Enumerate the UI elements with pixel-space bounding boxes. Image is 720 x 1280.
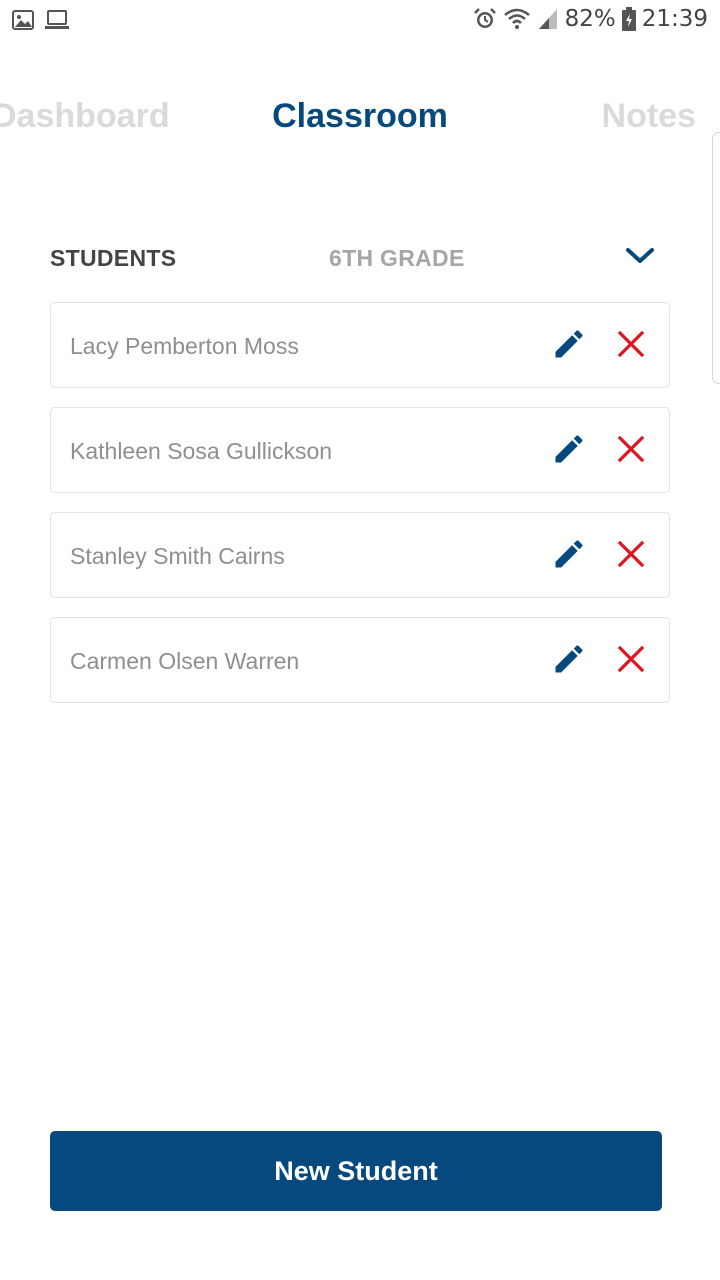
status-bar-right: 82% 21:39 bbox=[473, 6, 708, 32]
status-bar-left bbox=[12, 10, 70, 35]
side-panel-handle[interactable] bbox=[712, 132, 720, 384]
tab-bar: Dashboard Classroom Notes bbox=[0, 88, 720, 148]
edit-student-button[interactable] bbox=[551, 643, 587, 679]
student-row: Kathleen Sosa Gullickson bbox=[50, 407, 670, 493]
student-row: Carmen Olsen Warren bbox=[50, 617, 670, 703]
student-row: Lacy Pemberton Moss bbox=[50, 302, 670, 388]
student-name: Stanley Smith Cairns bbox=[70, 543, 285, 569]
clock-time: 21:39 bbox=[641, 6, 708, 32]
student-row: Stanley Smith Cairns bbox=[50, 512, 670, 598]
new-student-button[interactable]: New Student bbox=[50, 1131, 662, 1211]
wifi-icon bbox=[503, 7, 531, 31]
delete-student-button[interactable] bbox=[615, 330, 647, 362]
close-icon bbox=[617, 645, 645, 678]
student-list: Lacy Pemberton Moss Kathleen Sosa Gullic… bbox=[50, 302, 670, 722]
close-icon bbox=[617, 435, 645, 468]
gallery-icon bbox=[12, 10, 34, 35]
student-name: Kathleen Sosa Gullickson bbox=[70, 438, 333, 464]
edit-student-button[interactable] bbox=[551, 328, 587, 364]
signal-icon bbox=[537, 7, 559, 31]
student-name: Lacy Pemberton Moss bbox=[70, 333, 299, 359]
battery-percent: 82% bbox=[564, 6, 616, 32]
status-bar: 82% 21:39 bbox=[0, 0, 720, 44]
grade-selector-label[interactable]: 6TH GRADE bbox=[329, 240, 465, 276]
laptop-icon bbox=[44, 10, 70, 35]
students-section-header: STUDENTS 6TH GRADE bbox=[50, 240, 670, 276]
tab-notes[interactable]: Notes bbox=[602, 88, 696, 144]
alarm-icon bbox=[473, 7, 497, 31]
pencil-icon bbox=[551, 326, 587, 367]
student-name: Carmen Olsen Warren bbox=[70, 648, 300, 674]
battery-icon bbox=[621, 7, 636, 31]
delete-student-button[interactable] bbox=[615, 645, 647, 677]
close-icon bbox=[617, 330, 645, 363]
chevron-down-icon bbox=[625, 246, 655, 271]
close-icon bbox=[617, 540, 645, 573]
grade-dropdown-toggle[interactable] bbox=[622, 240, 658, 276]
edit-student-button[interactable] bbox=[551, 538, 587, 574]
edit-student-button[interactable] bbox=[551, 433, 587, 469]
pencil-icon bbox=[551, 641, 587, 682]
delete-student-button[interactable] bbox=[615, 435, 647, 467]
pencil-icon bbox=[551, 536, 587, 577]
pencil-icon bbox=[551, 431, 587, 472]
delete-student-button[interactable] bbox=[615, 540, 647, 572]
section-title: STUDENTS bbox=[50, 245, 177, 271]
